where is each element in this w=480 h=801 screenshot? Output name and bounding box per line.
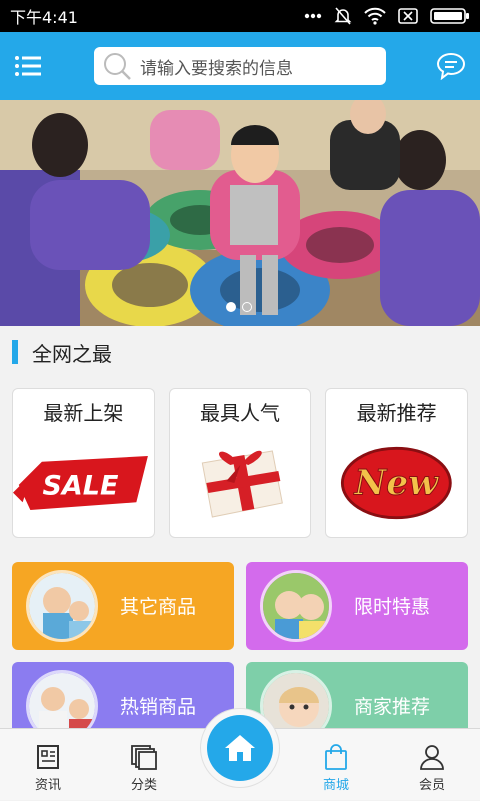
- search-box[interactable]: 请输入要搜索的信息: [94, 47, 386, 85]
- category-icon: [131, 745, 157, 770]
- tile-label: 其它商品: [120, 596, 197, 618]
- tab-member[interactable]: 会员: [392, 729, 472, 801]
- home-button[interactable]: [200, 708, 280, 788]
- tab-label: 会员: [418, 778, 445, 793]
- section-header: 全网之最: [0, 326, 480, 378]
- card-art-text: SALE: [42, 471, 118, 502]
- home-icon: [225, 735, 255, 761]
- feature-cards: 最新上架 SALE 最具人气 最新推荐 New: [12, 388, 469, 538]
- banner-carousel[interactable]: [0, 100, 480, 326]
- wifi-icon: [364, 7, 386, 25]
- mute-bell-icon: [334, 7, 352, 25]
- tile-other-goods[interactable]: 其它商品: [12, 562, 234, 650]
- card-art-text: New: [354, 463, 440, 504]
- section-title: 全网之最: [32, 341, 112, 366]
- chat-icon: [436, 52, 466, 80]
- shopping-bag-icon: [325, 744, 347, 770]
- card-popular[interactable]: 最具人气: [168, 388, 312, 538]
- card-label: 最新推荐: [356, 401, 437, 425]
- user-icon: [420, 745, 444, 770]
- card-recommended[interactable]: 最新推荐 New: [325, 388, 469, 538]
- carousel-dot-1[interactable]: [226, 302, 236, 312]
- status-bar: 下午4:41: [0, 0, 480, 32]
- home-button-inner: [207, 715, 273, 781]
- sale-sticker-icon: SALE: [13, 456, 148, 510]
- banner-photo: [0, 100, 480, 326]
- tab-category[interactable]: 分类: [104, 729, 184, 801]
- more-icon: [304, 13, 322, 19]
- tab-label: 分类: [130, 778, 157, 793]
- card-new-arrivals[interactable]: 最新上架 SALE: [12, 388, 155, 538]
- card-label: 最具人气: [200, 401, 280, 425]
- section-accent-bar: [12, 340, 18, 364]
- tab-mall[interactable]: 商城: [296, 729, 376, 801]
- tab-label: 商城: [322, 778, 349, 793]
- card-label: 最新上架: [43, 401, 124, 425]
- app-header: 请输入要搜索的信息: [0, 32, 480, 100]
- menu-icon: [15, 56, 41, 76]
- tile-thumbnail: [26, 570, 98, 642]
- carousel-dot-2[interactable]: [242, 302, 252, 312]
- menu-button[interactable]: [0, 32, 56, 100]
- new-badge-icon: New: [341, 446, 453, 520]
- battery-icon: [430, 8, 469, 24]
- tile-limited-offer[interactable]: 限时特惠: [246, 562, 468, 650]
- message-button[interactable]: [430, 45, 472, 87]
- gift-box-icon: [201, 450, 283, 518]
- tab-label: 资讯: [34, 778, 61, 793]
- no-sim-icon: [398, 8, 418, 24]
- carousel-dots: [226, 302, 252, 312]
- tile-label: 商家推荐: [354, 696, 431, 718]
- search-placeholder: 请输入要搜索的信息: [140, 58, 293, 79]
- tile-thumbnail: [260, 570, 332, 642]
- tile-label: 限时特惠: [354, 596, 431, 618]
- news-icon: [37, 745, 59, 769]
- tab-news[interactable]: 资讯: [8, 729, 88, 801]
- search-icon: [104, 53, 131, 80]
- status-time: 下午4:41: [10, 8, 78, 27]
- status-icons: [304, 6, 470, 26]
- tile-label: 热销商品: [120, 696, 197, 718]
